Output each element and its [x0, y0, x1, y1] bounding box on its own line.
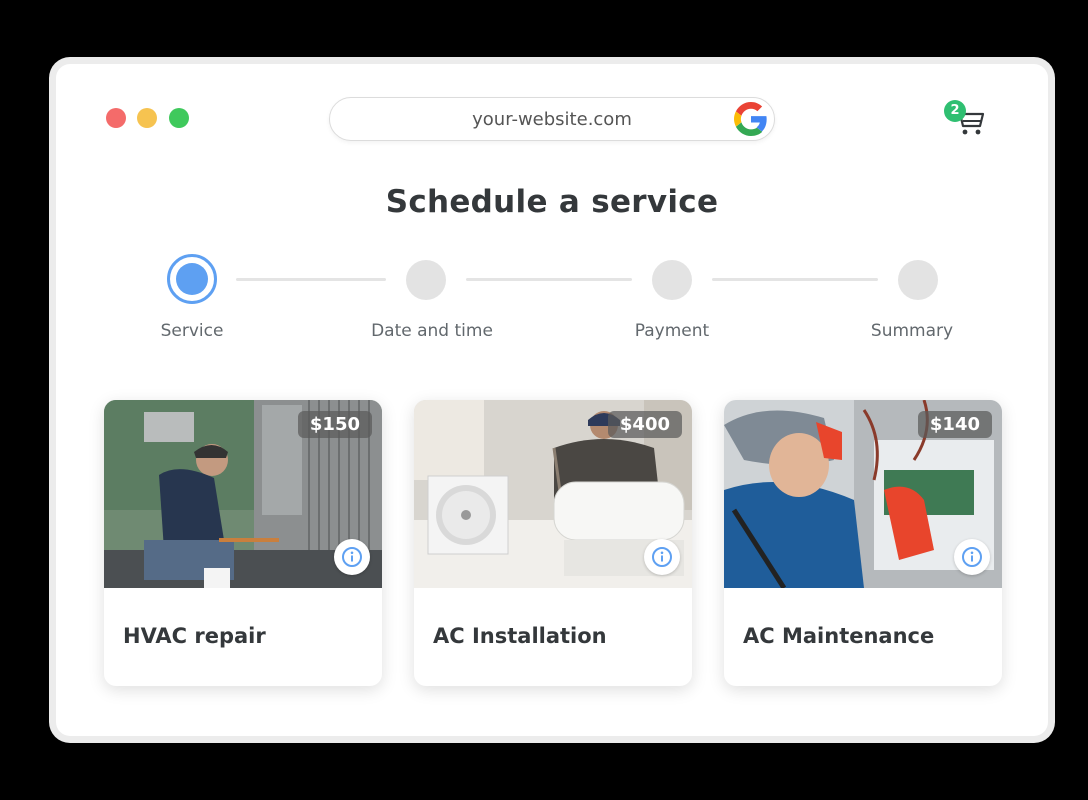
- cart-count-badge: 2: [944, 100, 966, 122]
- cart-button[interactable]: 2: [944, 100, 988, 140]
- price-badge: $400: [607, 411, 682, 438]
- info-button[interactable]: [954, 539, 990, 575]
- step-payment-label: Payment: [634, 321, 710, 341]
- step-connector: [466, 278, 632, 281]
- service-name: AC Maintenance: [743, 624, 935, 648]
- google-icon: [734, 102, 768, 136]
- service-card-ac-maintenance[interactable]: $140 AC Maintenance: [724, 400, 1002, 686]
- price-badge: $150: [297, 411, 372, 438]
- maximize-window-dot[interactable]: [169, 108, 189, 128]
- service-card-hvac-repair[interactable]: $150 HVAC repair: [104, 400, 382, 686]
- minimize-window-dot[interactable]: [137, 108, 157, 128]
- price-badge: $140: [917, 411, 992, 438]
- info-icon: [962, 547, 982, 567]
- step-connector: [236, 278, 386, 281]
- service-name: AC Installation: [433, 624, 607, 648]
- address-bar[interactable]: your-website.com: [329, 97, 775, 141]
- step-service-indicator[interactable]: [167, 254, 217, 304]
- browser-window: your-website.com 2 Schedule a service Se…: [56, 64, 1048, 736]
- close-window-dot[interactable]: [106, 108, 126, 128]
- step-summary-indicator[interactable]: [898, 260, 938, 300]
- step-summary-label: Summary: [870, 321, 954, 341]
- info-icon: [342, 547, 362, 567]
- step-date-time-label: Date and time: [371, 321, 493, 341]
- step-date-time-indicator[interactable]: [406, 260, 446, 300]
- service-card-ac-installation[interactable]: $400 AC Installation: [414, 400, 692, 686]
- info-button[interactable]: [644, 539, 680, 575]
- step-payment-indicator[interactable]: [652, 260, 692, 300]
- url-text: your-website.com: [472, 109, 632, 130]
- info-icon: [652, 547, 672, 567]
- step-connector: [712, 278, 878, 281]
- page-title: Schedule a service: [385, 184, 719, 220]
- service-name: HVAC repair: [123, 624, 266, 648]
- info-button[interactable]: [334, 539, 370, 575]
- step-service-label: Service: [160, 321, 224, 341]
